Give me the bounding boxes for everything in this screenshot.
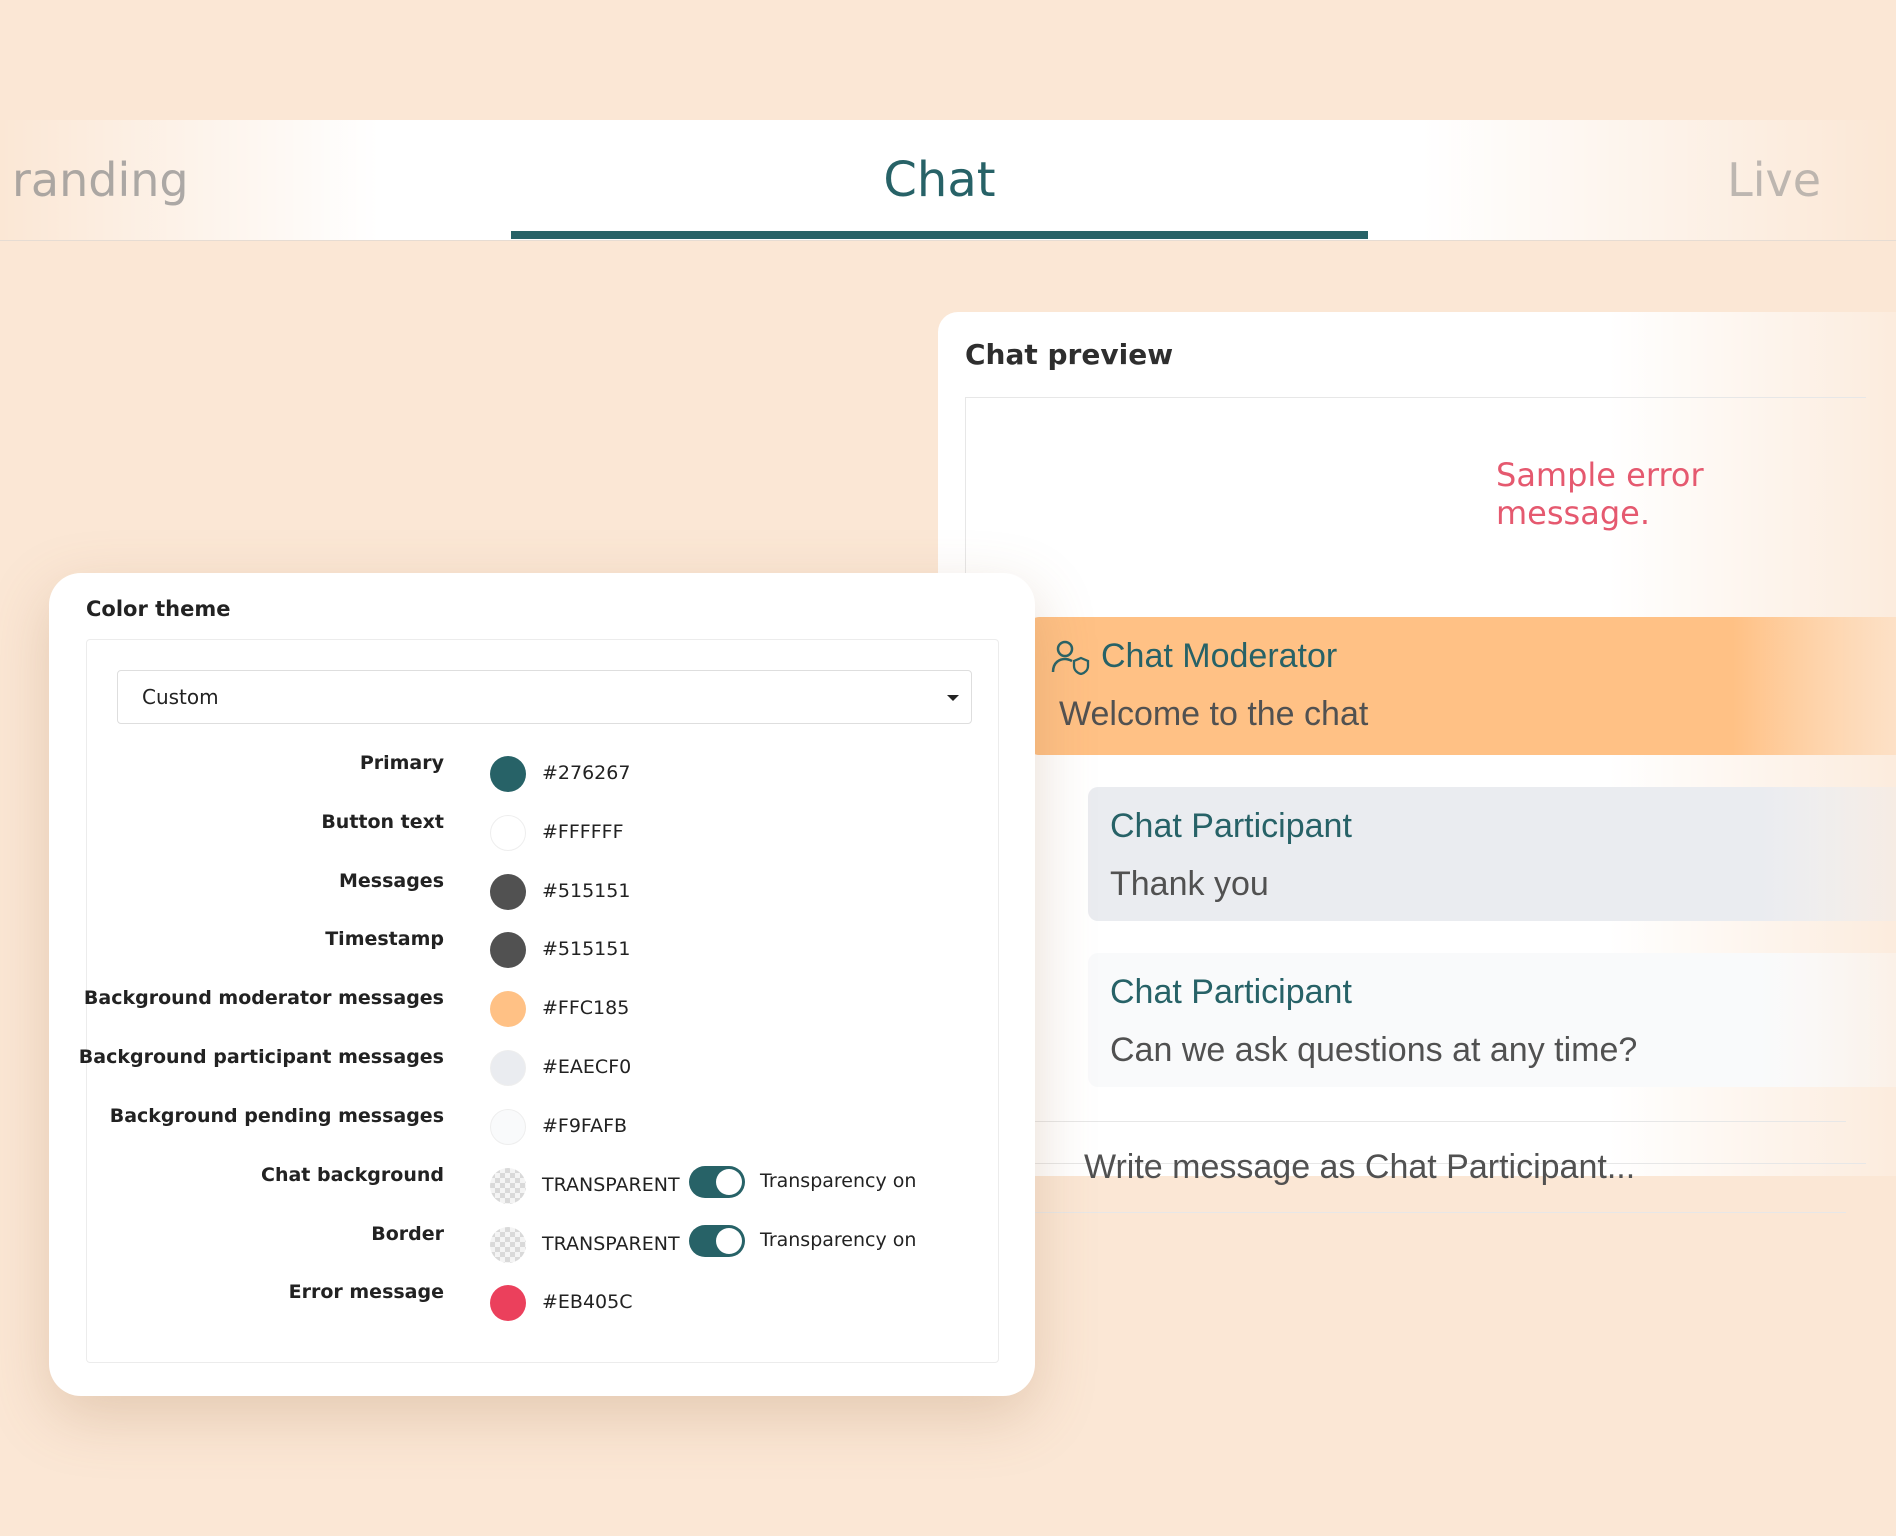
tab-bar: randing Chat Live xyxy=(0,120,1896,241)
sample-error-message: Sample error message. xyxy=(1496,456,1704,532)
tab-live[interactable]: Live xyxy=(1727,120,1821,240)
message-text: Can we ask questions at any time? xyxy=(1110,1031,1638,1069)
color-value[interactable]: #FFC185 xyxy=(542,997,629,1019)
chat-preview-title: Chat preview xyxy=(965,338,1174,371)
color-row-primary: Primary #276267 xyxy=(87,752,998,792)
color-label: Error message xyxy=(288,1281,444,1303)
color-swatch[interactable] xyxy=(490,1050,526,1086)
transparent-swatch[interactable] xyxy=(490,1227,526,1263)
color-theme-title: Color theme xyxy=(86,597,231,621)
color-swatch[interactable] xyxy=(490,815,526,851)
message-author-name: Chat Participant xyxy=(1110,973,1352,1011)
color-value[interactable]: #F9FAFB xyxy=(542,1115,627,1137)
color-label: Background moderator messages xyxy=(83,987,444,1009)
message-text: Welcome to the chat xyxy=(1059,695,1369,733)
toggle-knob xyxy=(716,1228,742,1254)
message-author: Chat Moderator xyxy=(1051,637,1337,676)
color-value[interactable]: TRANSPARENT xyxy=(542,1174,680,1196)
color-row-timestamp: Timestamp #515151 xyxy=(87,928,998,968)
color-swatch[interactable] xyxy=(490,1285,526,1321)
pending-message: Chat Participant Can we ask questions at… xyxy=(1088,953,1896,1087)
transparent-swatch[interactable] xyxy=(490,1168,526,1204)
chat-preview-frame: Sample error message. Chat Moderator Wel… xyxy=(965,397,1896,1213)
color-theme-card: Color theme Custom Primary #276267 Butto… xyxy=(49,573,1035,1396)
color-row-border: Border TRANSPARENT Transparency on xyxy=(87,1223,998,1263)
color-row-background-pending: Background pending messages #F9FAFB xyxy=(87,1105,998,1145)
theme-select-value: Custom xyxy=(142,685,219,709)
color-row-background-participant: Background participant messages #EAECF0 xyxy=(79,1046,998,1086)
active-tab-indicator xyxy=(511,231,1368,239)
color-swatch[interactable] xyxy=(490,932,526,968)
color-value[interactable]: #515151 xyxy=(542,880,630,902)
transparency-toggle[interactable] xyxy=(689,1166,745,1198)
chat-message-input[interactable]: Write message as Chat Participant... xyxy=(996,1121,1846,1213)
color-swatch[interactable] xyxy=(490,1109,526,1145)
chat-preview-panel: Chat preview Sample error message. Chat … xyxy=(938,312,1896,1213)
color-swatch[interactable] xyxy=(490,874,526,910)
tab-branding[interactable]: randing xyxy=(12,120,189,240)
color-row-chat-background: Chat background TRANSPARENT Transparency… xyxy=(87,1164,998,1204)
color-label: Background participant messages xyxy=(78,1046,444,1068)
color-value[interactable]: #EAECF0 xyxy=(542,1056,631,1078)
tab-chat[interactable]: Chat xyxy=(511,120,1368,240)
color-theme-settings: Custom Primary #276267 Button text #FFFF… xyxy=(79,639,999,1363)
color-value[interactable]: #EB405C xyxy=(542,1291,633,1313)
message-author-name: Chat Participant xyxy=(1110,807,1352,845)
color-label: Primary xyxy=(359,752,444,774)
color-label: Chat background xyxy=(261,1164,444,1186)
transparency-toggle-label: Transparency on xyxy=(760,1170,917,1192)
color-label: Button text xyxy=(321,811,444,833)
color-row-messages: Messages #515151 xyxy=(87,870,998,910)
participant-message: Chat Participant Thank you xyxy=(1088,787,1896,921)
message-text: Thank you xyxy=(1110,865,1269,903)
color-label: Timestamp xyxy=(325,928,444,950)
color-value[interactable]: #FFFFFF xyxy=(542,821,624,843)
moderator-shield-user-icon xyxy=(1051,639,1091,675)
color-value[interactable]: TRANSPARENT xyxy=(542,1233,680,1255)
caret-down-icon xyxy=(947,695,959,701)
color-label: Messages xyxy=(338,870,444,892)
color-swatch[interactable] xyxy=(490,991,526,1027)
transparency-toggle[interactable] xyxy=(689,1225,745,1257)
color-label: Background pending messages xyxy=(109,1105,444,1127)
color-swatch[interactable] xyxy=(490,756,526,792)
color-row-error-message: Error message #EB405C xyxy=(87,1281,998,1321)
color-row-button-text: Button text #FFFFFF xyxy=(87,811,998,851)
color-value[interactable]: #276267 xyxy=(542,762,630,784)
toggle-knob xyxy=(716,1169,742,1195)
color-row-background-moderator: Background moderator messages #FFC185 xyxy=(83,987,998,1027)
theme-select[interactable]: Custom xyxy=(117,670,972,724)
color-label: Border xyxy=(371,1223,444,1245)
message-author-name: Chat Moderator xyxy=(1101,637,1338,675)
transparency-toggle-label: Transparency on xyxy=(760,1229,917,1251)
color-value[interactable]: #515151 xyxy=(542,938,630,960)
moderator-message: Chat Moderator Welcome to the chat xyxy=(1029,617,1896,755)
